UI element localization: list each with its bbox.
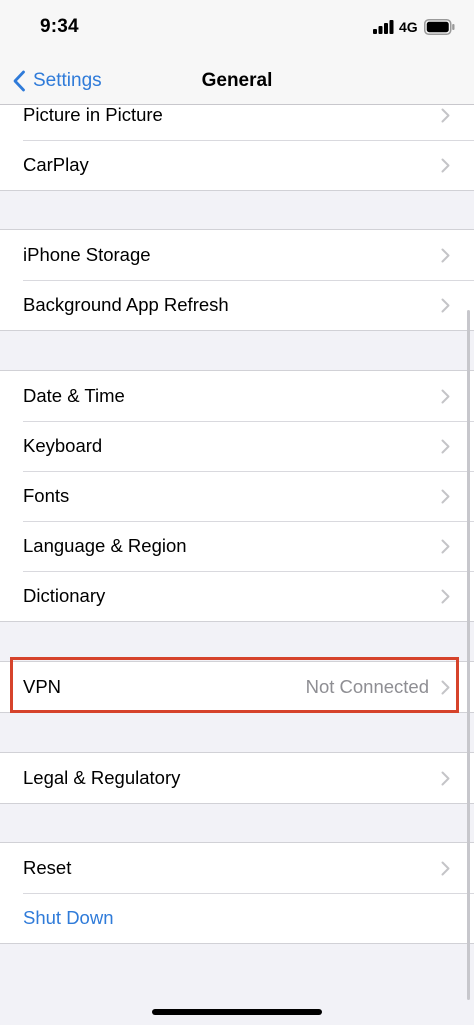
row-label: VPN <box>23 676 62 697</box>
shut-down-button[interactable]: Shut Down <box>23 893 114 943</box>
row-label: Date & Time <box>23 385 125 406</box>
row-label: Fonts <box>23 485 70 506</box>
scroll-indicator <box>467 310 470 1000</box>
row-reset[interactable]: Reset <box>0 843 474 893</box>
row-label: iPhone Storage <box>23 244 151 265</box>
row-legal-regulatory[interactable]: Legal & Regulatory <box>0 753 474 803</box>
back-button[interactable]: Settings <box>12 58 102 104</box>
chevron-right-icon <box>441 298 450 313</box>
vpn-status-value: Not Connected <box>305 676 429 697</box>
home-indicator <box>152 1009 322 1015</box>
row-language-region[interactable]: Language & Region <box>0 521 474 571</box>
row-vpn[interactable]: VPN Not Connected <box>0 662 474 712</box>
battery-icon <box>424 19 455 35</box>
chevron-right-icon <box>441 158 450 173</box>
row-dictionary[interactable]: Dictionary <box>0 571 474 621</box>
chevron-right-icon <box>441 589 450 604</box>
row-keyboard[interactable]: Keyboard <box>0 421 474 471</box>
row-label: Background App Refresh <box>23 294 229 315</box>
row-label: Dictionary <box>23 585 106 606</box>
settings-group: Legal & Regulatory <box>0 752 474 804</box>
status-bar: 9:34 4G <box>0 0 474 58</box>
settings-group: Date & Time Keyboard Fonts Language & Re… <box>0 370 474 622</box>
status-time: 9:34 <box>40 16 79 37</box>
row-iphone-storage[interactable]: iPhone Storage <box>0 230 474 280</box>
chevron-right-icon <box>441 489 450 504</box>
row-background-app-refresh[interactable]: Background App Refresh <box>0 280 474 330</box>
settings-group: Reset Shut Down <box>0 842 474 944</box>
chevron-right-icon <box>441 539 450 554</box>
chevron-right-icon <box>441 248 450 263</box>
row-label: Reset <box>23 857 72 878</box>
row-shut-down[interactable]: Shut Down <box>0 893 474 943</box>
chevron-right-icon <box>441 680 450 695</box>
row-fonts[interactable]: Fonts <box>0 471 474 521</box>
row-date-time[interactable]: Date & Time <box>0 371 474 421</box>
settings-group: VPN Not Connected <box>0 661 474 713</box>
row-label: Keyboard <box>23 435 103 456</box>
network-type-label: 4G <box>399 19 418 35</box>
chevron-right-icon <box>441 861 450 876</box>
row-carplay[interactable]: CarPlay <box>0 140 474 190</box>
cellular-signal-icon <box>373 20 394 34</box>
chevron-right-icon <box>441 439 450 454</box>
row-label: CarPlay <box>23 154 89 175</box>
navigation-bar: Settings General <box>0 58 474 105</box>
settings-group: iPhone Storage Background App Refresh <box>0 229 474 331</box>
back-button-label: Settings <box>33 70 102 91</box>
row-label: Legal & Regulatory <box>23 767 181 788</box>
chevron-right-icon <box>441 108 450 123</box>
chevron-right-icon <box>441 771 450 786</box>
chevron-left-icon <box>13 70 25 92</box>
chevron-right-icon <box>441 389 450 404</box>
row-label: Language & Region <box>23 535 187 556</box>
